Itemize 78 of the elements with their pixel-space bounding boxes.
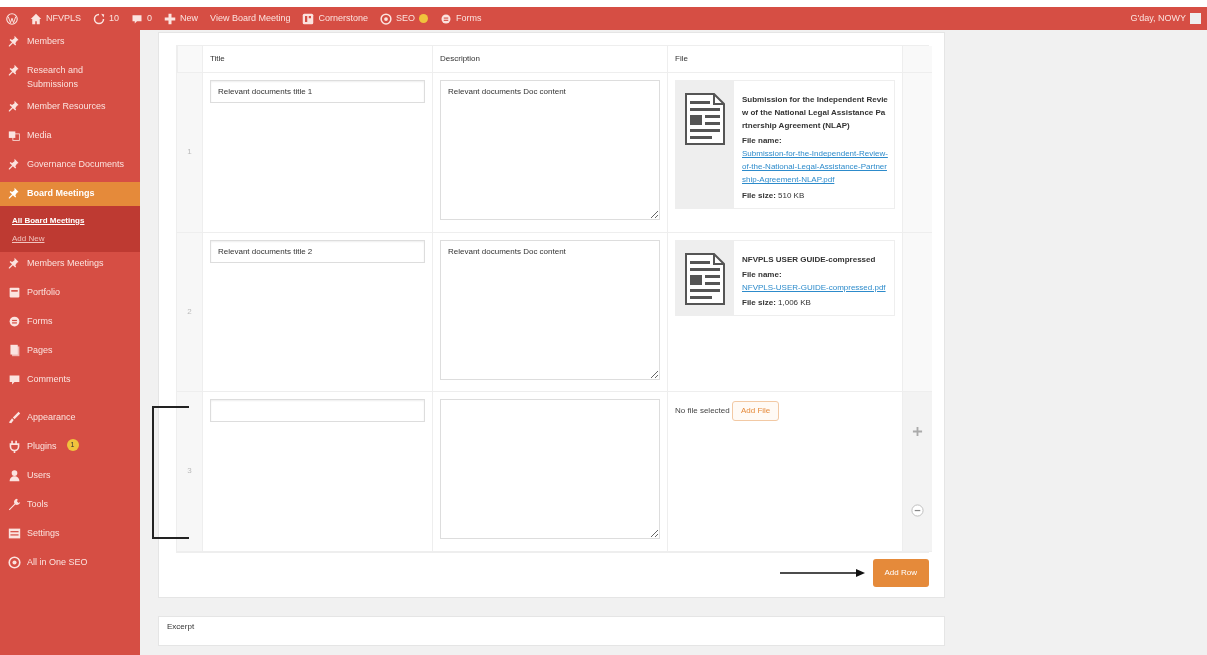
file-name-label: File name:: [742, 269, 782, 279]
speech-bubble-icon: [131, 12, 144, 25]
sidebar-item[interactable]: Member Resources: [0, 95, 140, 124]
submenu-item[interactable]: Add New: [0, 230, 140, 248]
admin-bar-link[interactable]: New: [180, 11, 199, 26]
admin-bar-link[interactable]: View Board Meeting: [210, 11, 291, 26]
cornerstone-icon: [302, 12, 315, 25]
file-size: File size: 1,006 KB: [742, 297, 812, 309]
document-icon: [685, 93, 725, 145]
pin-icon: [8, 257, 21, 270]
file-size: File size: 510 KB: [742, 189, 806, 202]
seo-icon: [8, 556, 21, 569]
file-title: NFVPLS USER GUIDE-compressed: [742, 253, 877, 266]
settings-icon: [8, 527, 21, 540]
comment-count[interactable]: 0: [147, 11, 153, 26]
sidebar-item[interactable]: Governance Documents: [0, 153, 140, 182]
sidebar-item[interactable]: Media: [0, 124, 140, 153]
admin-bar-link[interactable]: Forms: [456, 11, 482, 26]
title-input[interactable]: Relevant documents title 2: [210, 239, 425, 263]
admin-bar-link[interactable]: NFVPLS: [46, 11, 81, 26]
add-row-icon[interactable]: [912, 425, 923, 437]
sidebar-item[interactable]: Members: [0, 30, 140, 59]
sidebar-item[interactable]: Forms: [0, 310, 140, 339]
pin-icon: [8, 158, 21, 171]
seo-icon: [380, 12, 392, 25]
media-icon: [8, 129, 21, 142]
plug-icon: [8, 440, 21, 453]
sidebar-item[interactable]: Appearance: [0, 406, 140, 435]
title-input[interactable]: Relevant documents title 1: [210, 80, 425, 103]
column-header: File: [667, 46, 902, 73]
admin-bar-link[interactable]: Cornerstone: [318, 11, 368, 26]
pin-icon: [8, 187, 21, 200]
document-icon: [685, 252, 725, 305]
greeting-link[interactable]: G'day, NOWY: [1130, 11, 1186, 26]
form-icon: [440, 12, 452, 25]
description-textarea[interactable]: Relevant documents Doc content: [440, 80, 660, 220]
wordpress-logo-icon[interactable]: [6, 12, 18, 25]
description-textarea[interactable]: [440, 399, 660, 539]
sidebar-item[interactable]: Users: [0, 464, 140, 493]
brush-icon: [8, 411, 21, 424]
panel-title: Excerpt: [167, 621, 195, 631]
column-header: Title: [202, 46, 432, 73]
refresh-icon: [93, 12, 105, 25]
plus-icon: [164, 12, 177, 25]
sidebar-item[interactable]: Settings: [0, 522, 140, 551]
add-row-button[interactable]: Add Row: [872, 558, 929, 587]
pages-icon: [8, 344, 21, 357]
sidebar-item[interactable]: Board Meetings: [0, 182, 140, 206]
user-icon: [8, 469, 21, 482]
speech-bubble-icon: [8, 373, 21, 386]
avatar-icon: [1190, 13, 1201, 24]
update-count[interactable]: 10: [109, 11, 120, 26]
pin-icon: [8, 35, 21, 48]
file-link[interactable]: Submission-for-the-Independent-Review-of-the-National-Legal-Assistance-Partnership-Agreement-NLAP.pdf: [742, 147, 888, 187]
sidebar-item[interactable]: Comments: [0, 368, 140, 397]
column-header: Description: [432, 46, 667, 73]
sidebar-item[interactable]: Research and Submissions: [0, 59, 140, 95]
admin-bar-link[interactable]: SEO: [396, 11, 415, 26]
add-file-button[interactable]: Add File: [731, 401, 780, 422]
pin-icon: [8, 100, 21, 113]
wrench-icon: [8, 498, 21, 511]
portfolio-icon: [8, 286, 21, 299]
sidebar-item[interactable]: All in One SEO: [0, 551, 140, 580]
pin-icon: [8, 64, 21, 77]
form-icon: [8, 315, 21, 328]
remove-row-icon[interactable]: [911, 503, 924, 517]
file-link[interactable]: NFVPLS-USER-GUIDE-compressed.pdf: [742, 280, 886, 294]
file-title: Submission for the Independent Review of the National Legal Assistance Partnership Agreement (NLAP): [742, 94, 888, 132]
sidebar-item[interactable]: Portfolio: [0, 281, 140, 310]
no-file-text: No file selected: [675, 405, 730, 418]
file-name-label: File name:: [742, 136, 782, 146]
description-textarea[interactable]: Relevant documents Doc content: [440, 239, 660, 380]
title-input[interactable]: [210, 399, 425, 422]
home-icon: [30, 12, 42, 25]
submenu-item[interactable]: All Board Meetings: [0, 212, 140, 230]
sidebar-item[interactable]: Members Meetings: [0, 252, 140, 281]
sidebar-item[interactable]: Pages: [0, 339, 140, 368]
sidebar-item[interactable]: Tools: [0, 493, 140, 522]
